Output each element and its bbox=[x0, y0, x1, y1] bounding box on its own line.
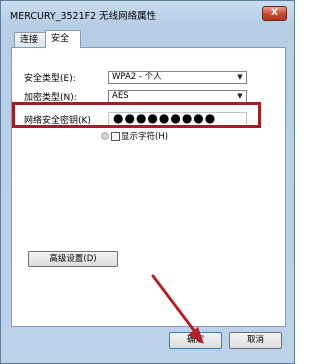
advanced-settings-label: 高级设置(D) bbox=[49, 254, 97, 264]
properties-window: MERCURY_3521F2 无线网络属性 X 连接 安全 安全类型(E): W… bbox=[0, 0, 295, 364]
security-panel: 安全类型(E): WPA2 - 个人 ▼ 加密类型(N): AES ▼ 网络安全… bbox=[11, 47, 286, 327]
chevron-down-icon[interactable]: ▼ bbox=[235, 73, 245, 82]
security-type-value: WPA2 - 个人 bbox=[112, 72, 162, 82]
ok-button-label: 确定 bbox=[186, 335, 204, 345]
ok-button[interactable]: 确定 bbox=[169, 332, 222, 349]
advanced-settings-button[interactable]: 高级设置(D) bbox=[28, 251, 118, 267]
encryption-type-value: AES bbox=[112, 91, 129, 101]
close-icon[interactable]: X bbox=[271, 8, 278, 18]
tab-security[interactable]: 安全 bbox=[45, 30, 81, 48]
security-type-label: 安全类型(E): bbox=[24, 74, 76, 84]
show-characters-checkbox[interactable] bbox=[111, 132, 120, 141]
cancel-button[interactable]: 取消 bbox=[229, 332, 282, 349]
security-type-select[interactable]: WPA2 - 个人 ▼ bbox=[108, 71, 247, 84]
network-key-highlight-box bbox=[12, 102, 261, 128]
cancel-button-label: 取消 bbox=[246, 335, 264, 345]
close-button[interactable]: X bbox=[262, 6, 287, 21]
chevron-down-icon[interactable]: ▼ bbox=[235, 92, 245, 101]
tab-connection-label: 连接 bbox=[20, 35, 39, 45]
shield-icon bbox=[101, 132, 109, 140]
window-title: MERCURY_3521F2 无线网络属性 bbox=[10, 11, 157, 22]
show-characters-label[interactable]: 显示字符(H) bbox=[121, 130, 168, 142]
tab-security-label: 安全 bbox=[51, 34, 70, 44]
